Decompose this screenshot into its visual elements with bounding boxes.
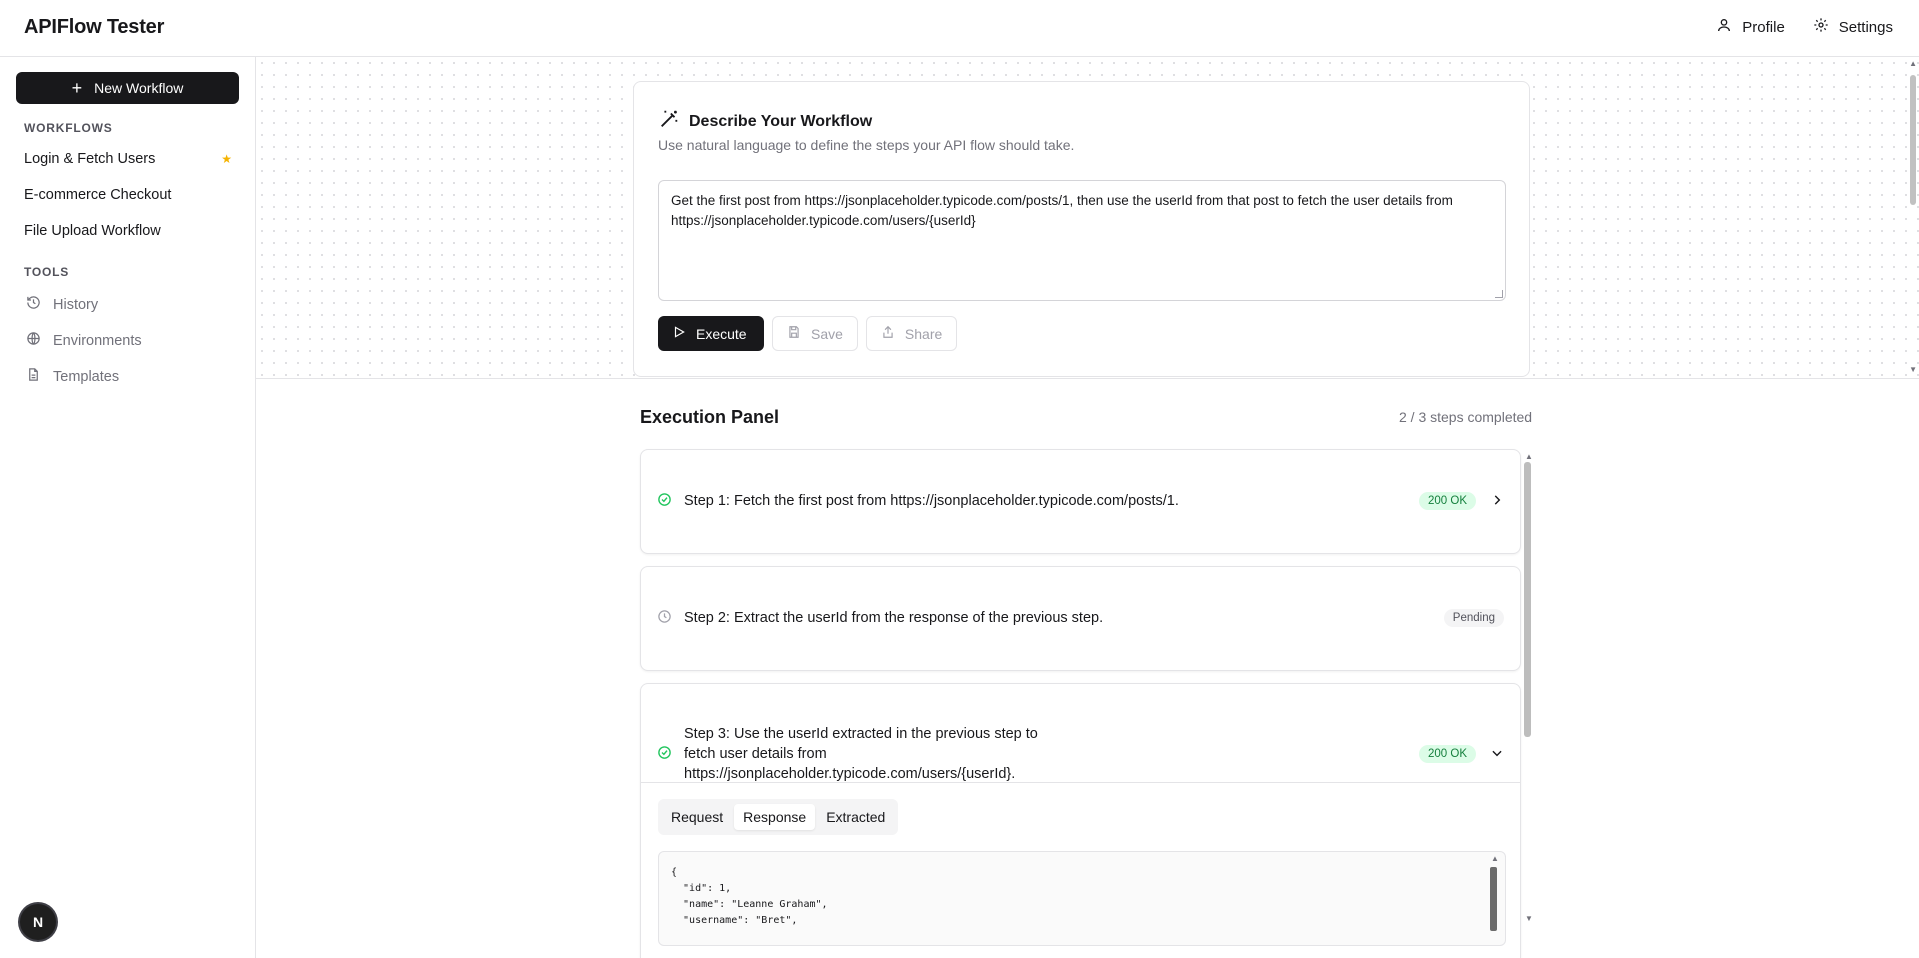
execution-panel-title: Execution Panel xyxy=(640,407,780,427)
step-card-3[interactable]: Step 3: Use the userId extracted in the … xyxy=(640,683,1521,958)
top-actions: Profile Settings xyxy=(1716,17,1893,37)
history-icon xyxy=(26,295,41,314)
step-row: Step 1: Fetch the first post from https:… xyxy=(657,491,1504,511)
tab-response[interactable]: Response xyxy=(734,804,816,830)
sidebar-item-label: E-commerce Checkout xyxy=(24,187,172,203)
chevron-right-icon[interactable] xyxy=(1490,493,1504,510)
prompt-text: Get the first post from https://jsonplac… xyxy=(671,193,1453,228)
execute-button[interactable]: Execute xyxy=(658,316,764,351)
workflow-prompt-textarea[interactable]: Get the first post from https://jsonplac… xyxy=(658,180,1506,301)
magic-wand-icon xyxy=(658,108,680,135)
sidebar-item-login-fetch-users[interactable]: Login & Fetch Users ★ xyxy=(24,151,232,167)
clock-icon xyxy=(657,609,684,627)
settings-link[interactable]: Settings xyxy=(1813,17,1893,37)
new-workflow-label: New Workflow xyxy=(94,80,184,96)
user-icon xyxy=(1716,17,1732,37)
save-button[interactable]: Save xyxy=(772,316,858,351)
action-buttons: Execute Save Share xyxy=(658,316,958,351)
panel-scroll-down-icon[interactable]: ▼ xyxy=(1525,914,1917,923)
step-text: Step 1: Fetch the first post from https:… xyxy=(684,493,1179,509)
star-icon: ★ xyxy=(221,152,232,166)
document-icon xyxy=(26,367,41,386)
execute-label: Execute xyxy=(696,325,747,342)
step-card-2[interactable]: Step 2: Extract the userId from the resp… xyxy=(640,566,1521,671)
describe-scrollbar[interactable] xyxy=(1910,75,1916,205)
globe-icon xyxy=(26,331,41,350)
tab-request[interactable]: Request xyxy=(662,804,732,830)
chevron-down-icon[interactable] xyxy=(1490,746,1504,763)
save-label: Save xyxy=(811,325,843,342)
status-badge: 200 OK xyxy=(1419,745,1476,763)
card-title-text: Describe Your Workflow xyxy=(689,112,873,130)
sidebar-item-history[interactable]: History xyxy=(26,295,98,314)
workflows-heading: WORKFLOWS xyxy=(24,121,113,135)
tab-extracted[interactable]: Extracted xyxy=(817,804,894,830)
gear-icon xyxy=(1813,17,1829,37)
top-bar: APIFlow Tester Profile Settings xyxy=(0,0,1919,57)
sidebar-item-label: Environments xyxy=(53,332,142,349)
play-icon xyxy=(672,325,686,342)
sidebar: + New Workflow WORKFLOWS Login & Fetch U… xyxy=(0,57,256,958)
response-scrollbar[interactable] xyxy=(1490,867,1497,931)
framework-badge[interactable]: N xyxy=(20,904,56,940)
divider xyxy=(641,782,1520,783)
tools-heading: TOOLS xyxy=(24,265,70,279)
scroll-down-icon[interactable]: ▼ xyxy=(1909,365,1917,374)
step-row: Step 3: Use the userId extracted in the … xyxy=(657,724,1504,784)
panel-scroll-up-icon[interactable]: ▲ xyxy=(1525,452,1917,461)
response-body: { "id": 1, "name": "Leanne Graham", "use… xyxy=(658,851,1506,946)
card-subtitle: Use natural language to define the steps… xyxy=(658,137,1075,153)
app-title: APIFlow Tester xyxy=(24,16,165,38)
step-text: Step 3: Use the userId extracted in the … xyxy=(684,726,1038,782)
profile-link[interactable]: Profile xyxy=(1716,17,1785,37)
share-icon xyxy=(881,325,895,342)
sidebar-item-templates[interactable]: Templates xyxy=(26,367,119,386)
resize-handle[interactable] xyxy=(1495,290,1503,298)
share-label: Share xyxy=(904,325,943,342)
sidebar-item-label: Templates xyxy=(53,368,120,385)
card-title: Describe Your Workflow xyxy=(658,108,872,135)
sidebar-item-label: Login & Fetch Users xyxy=(24,151,156,167)
scroll-up-icon[interactable]: ▲ xyxy=(1909,59,1917,68)
step-text: Step 2: Extract the userId from the resp… xyxy=(684,610,1104,626)
status-badge: Pending xyxy=(1443,609,1504,627)
execution-panel-scrollbar[interactable] xyxy=(1524,462,1531,737)
share-button[interactable]: Share xyxy=(865,316,958,351)
sidebar-item-ecommerce-checkout[interactable]: E-commerce Checkout xyxy=(24,187,232,203)
sidebar-item-label: File Upload Workflow xyxy=(24,223,161,239)
new-workflow-button[interactable]: + New Workflow xyxy=(16,72,239,104)
response-tabs: Request Response Extracted xyxy=(658,799,899,835)
status-badge: 200 OK xyxy=(1419,492,1476,510)
check-circle-icon xyxy=(657,745,684,763)
settings-label: Settings xyxy=(1838,18,1893,36)
plus-icon: + xyxy=(71,78,83,98)
code-scroll-up-icon[interactable]: ▲ xyxy=(1491,854,1917,863)
step-row: Step 2: Extract the userId from the resp… xyxy=(657,608,1504,628)
profile-label: Profile xyxy=(1742,18,1785,36)
sidebar-item-label: History xyxy=(53,296,99,313)
describe-workflow-card: Describe Your Workflow Use natural langu… xyxy=(633,81,1530,377)
save-icon xyxy=(787,325,801,342)
steps-completed-status: 2 / 3 steps completed xyxy=(1399,409,1533,425)
check-circle-icon xyxy=(657,492,684,510)
sidebar-item-file-upload-workflow[interactable]: File Upload Workflow xyxy=(24,223,232,239)
describe-area: Describe Your Workflow Use natural langu… xyxy=(256,57,1919,379)
step-card-1[interactable]: Step 1: Fetch the first post from https:… xyxy=(640,449,1521,554)
sidebar-item-environments[interactable]: Environments xyxy=(26,331,142,350)
